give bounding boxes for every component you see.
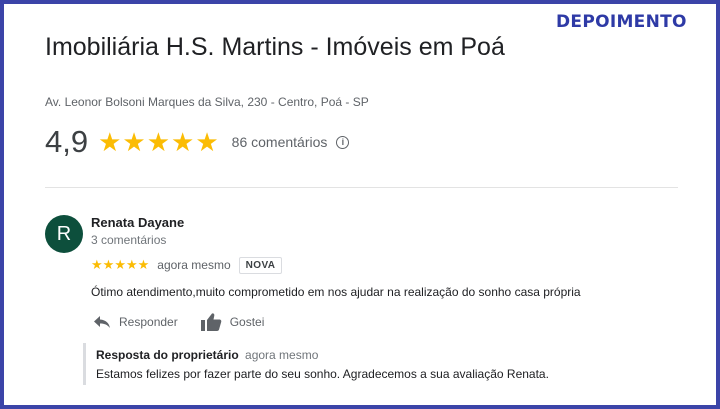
info-icon[interactable]: i [336,135,350,149]
owner-reply-text: Estamos felizes por fazer parte do seu s… [96,367,549,381]
rating-score: 4,9 [45,124,89,159]
owner-reply: Resposta do proprietário agora mesmo Est… [83,343,549,385]
reply-label: Responder [119,315,178,329]
reviewer-review-count: 3 comentários [91,233,167,247]
business-rating-row: 4,9 ★ ★ ★ ★ ★ 86 comentários i [45,122,350,162]
review-rating-row: ★★★★★ agora mesmo NOVA [91,256,283,274]
business-address: Av. Leonor Bolsoni Marques da Silva, 230… [45,95,369,109]
star-icon: ★ [125,257,138,272]
divider [45,187,678,188]
star-icon: ★ [98,127,122,157]
star-icon: ★ [195,127,219,157]
owner-reply-header: Resposta do proprietário agora mesmo [96,348,549,362]
review-stars: ★★★★★ [91,256,149,274]
like-button[interactable]: Gostei [200,312,265,332]
owner-reply-label: Resposta do proprietário [96,348,239,362]
star-icon: ★ [137,257,150,272]
star-icon: ★ [122,127,146,157]
new-badge: NOVA [238,256,283,274]
owner-reply-time: agora mesmo [245,348,319,362]
review-time: agora mesmo [157,258,231,272]
thumbs-up-icon [200,313,222,331]
reply-icon [94,316,110,328]
reply-button[interactable]: Responder [93,315,178,329]
avatar[interactable]: R [45,215,83,253]
star-icon: ★ [102,257,115,272]
reviews-count-link[interactable]: 86 comentários [232,134,328,150]
star-icon: ★ [114,257,126,272]
star-icon: ★ [91,257,103,272]
testimonial-tag: DEPOIMENTO [556,12,687,32]
star-icon: ★ [146,127,171,157]
review-text: Ótimo atendimento,muito comprometido em … [91,285,581,299]
like-label: Gostei [229,315,265,329]
star-icon: ★ [171,127,195,157]
reviewer-name[interactable]: Renata Dayane [91,215,184,230]
review-actions: Responder Gostei [93,312,286,332]
rating-stars: ★ ★ ★ ★ ★ [98,129,220,155]
business-title: Imobiliária H.S. Martins - Imóveis em Po… [45,33,505,61]
